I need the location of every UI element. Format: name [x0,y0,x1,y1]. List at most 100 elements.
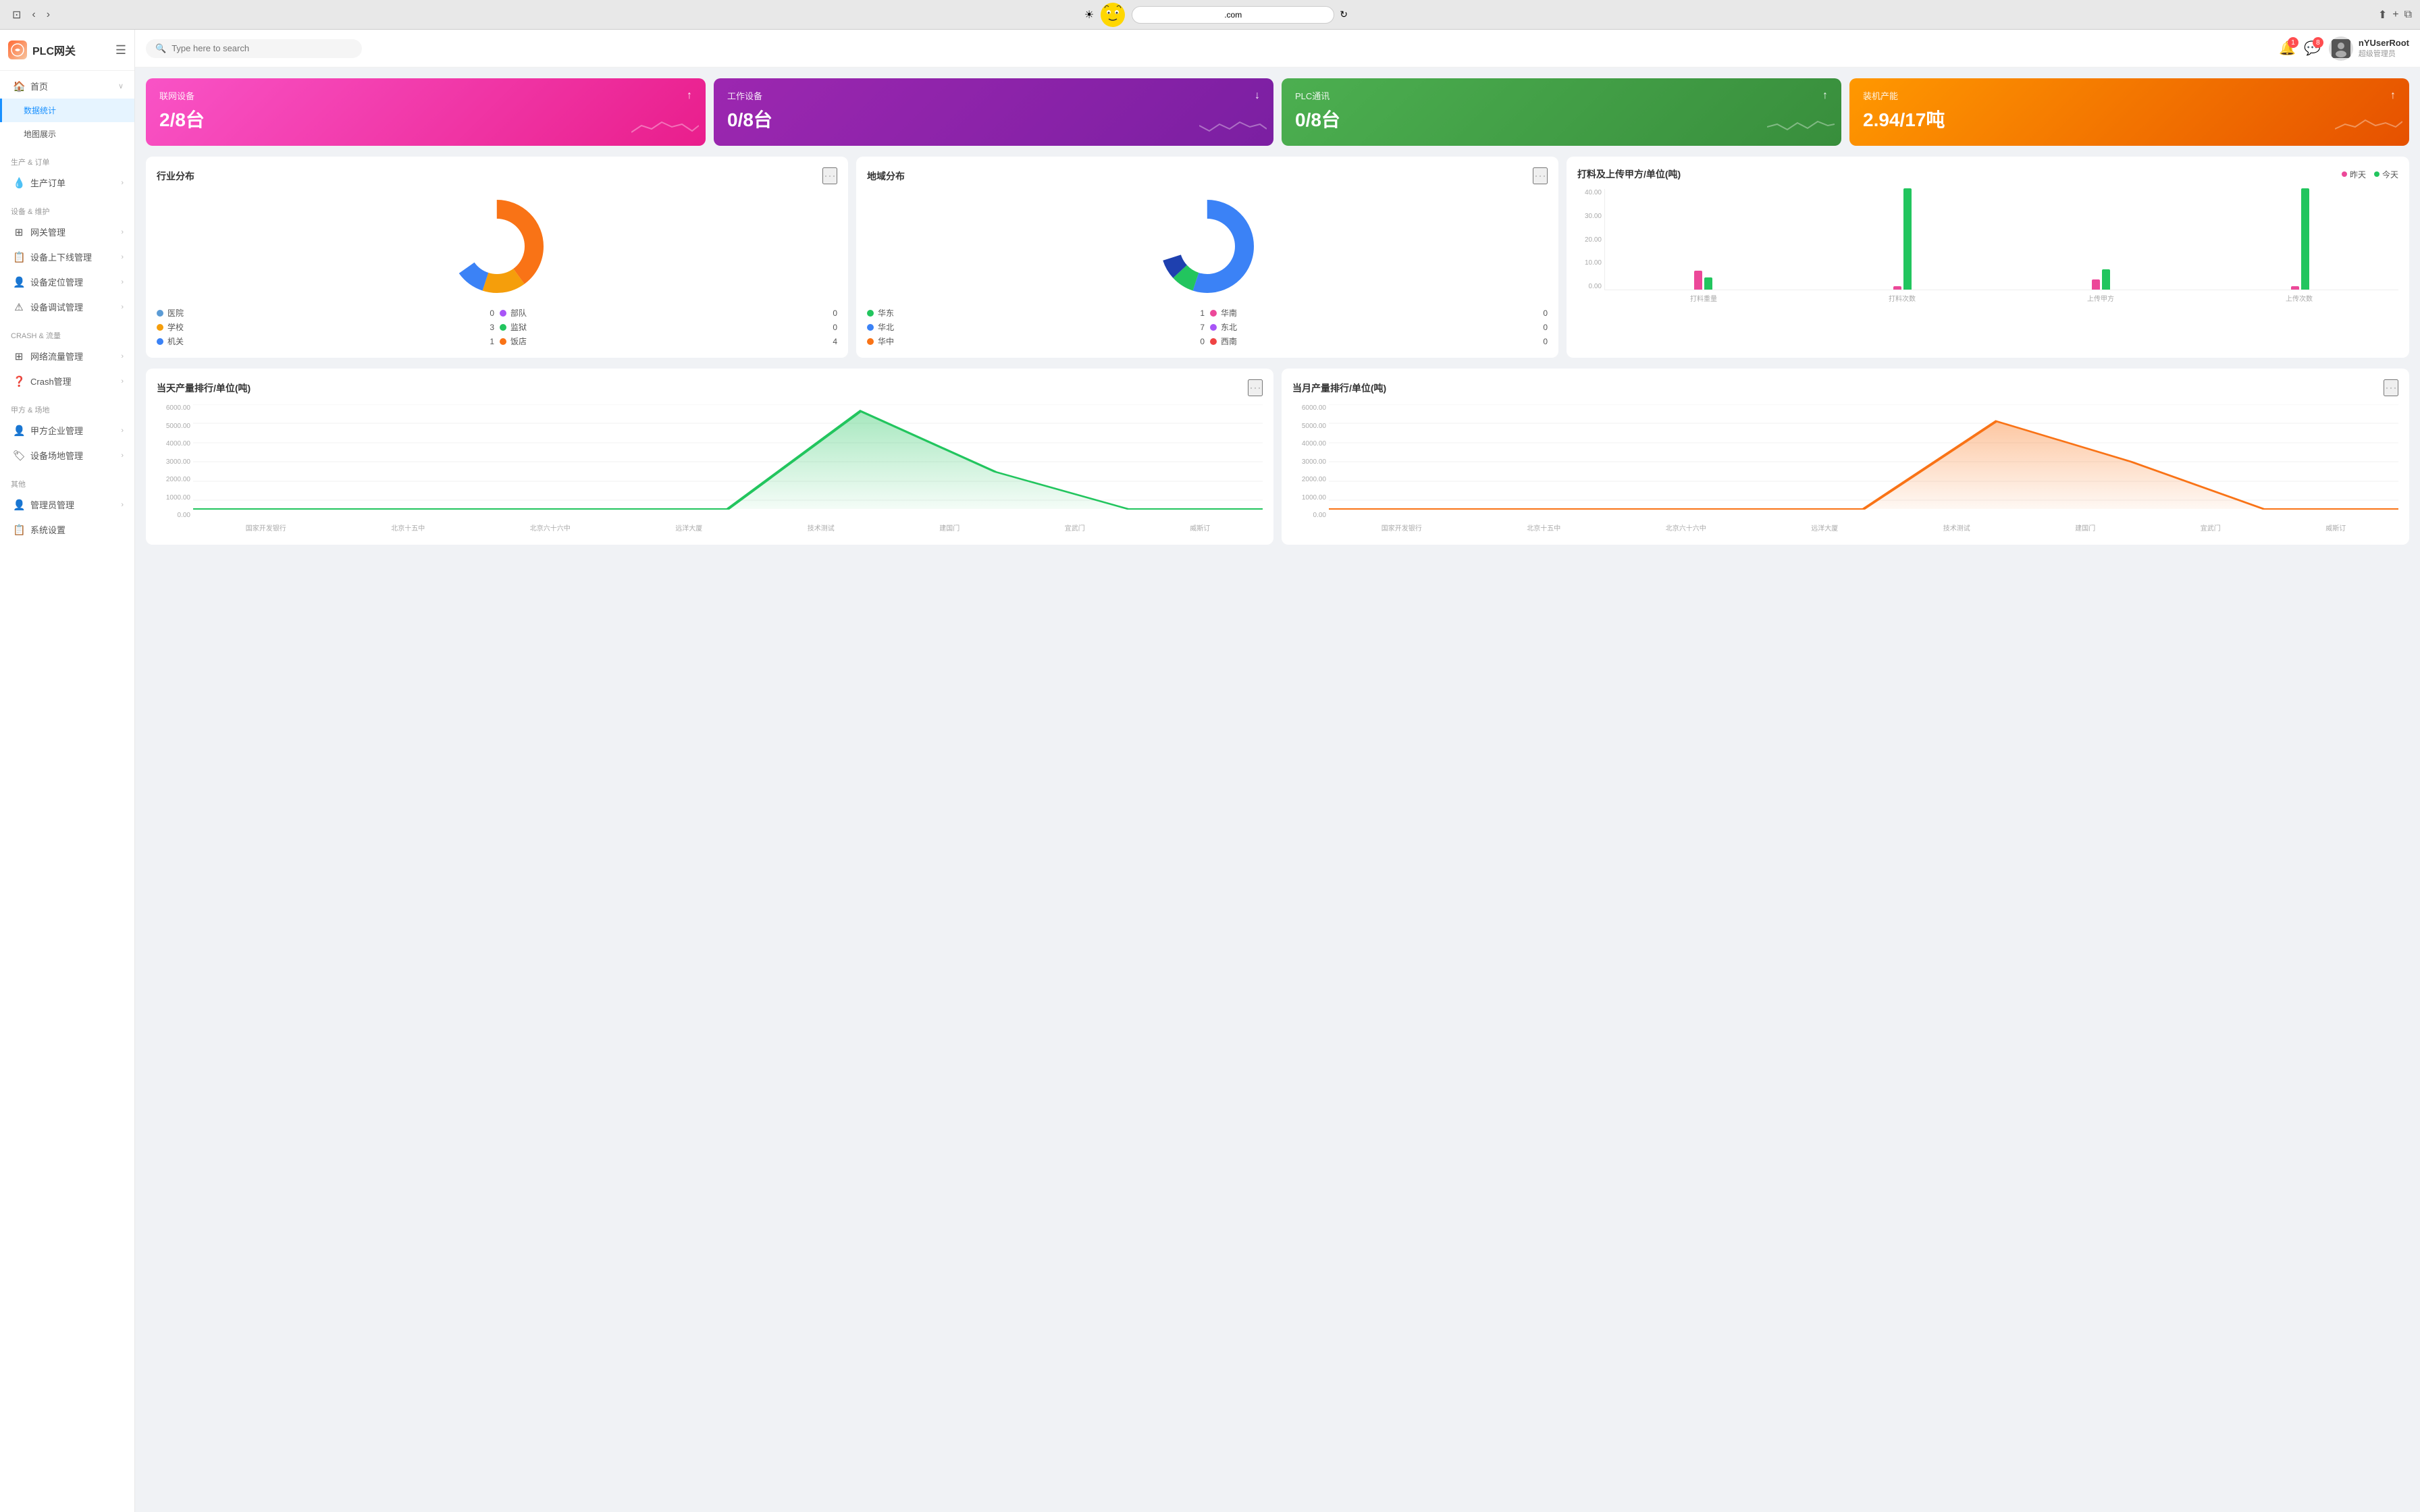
user-name: nYUserRoot [2359,38,2409,48]
region-chart-title: 地域分布 [867,169,905,183]
industry-chart-more[interactable]: ··· [822,167,837,184]
sidebar-sub-label: 地图展示 [24,128,56,140]
notification-btn-2[interactable]: 💬 8 [2304,40,2321,57]
sidebar-sub-label: 数据统计 [24,105,56,116]
stat-card-connected: 联网设备 ↑ 2/8台 [146,78,706,146]
arrow-icon: ∨ [118,82,124,90]
daily-line-chart [193,404,1263,519]
section-label-other: 其他 [0,473,134,492]
new-tab-btn[interactable]: + [2392,9,2398,21]
copy-btn[interactable]: ⧉ [2404,9,2412,21]
location-icon: 👤 [13,276,25,288]
stat-card-title: 装机产能 [1863,89,1898,102]
brightness-btn[interactable]: ☀ [1084,8,1094,22]
sidebar-item-label: 网络流量管理 [30,350,83,362]
sidebar-item-label: 设备调试管理 [30,300,83,313]
admin-icon: 👤 [13,499,25,511]
sidebar-item-admin[interactable]: 👤 管理员管理 › [0,492,134,517]
x-label: 打料重量 [1690,293,1717,303]
region-chart-more[interactable]: ··· [1533,167,1548,184]
sidebar-item-label: 设备场地管理 [30,449,83,462]
sidebar-item-settings[interactable]: 📋 系统设置 [0,517,134,542]
mascot-icon [1099,1,1126,28]
monthly-chart-title: 当月产量排行/单位(吨) [1292,381,1386,395]
sidebar-item-label: 设备上下线管理 [30,250,92,263]
settings-icon: 📋 [13,524,25,536]
industry-chart-card: 行业分布 ··· [146,157,848,358]
browser-bar: ⊡ ‹ › ☀ ↻ ⬆ + ⧉ [0,0,2420,30]
sidebar-item-gateway[interactable]: ⊞ 网关管理 › [0,219,134,244]
sidebar-item-site-mgmt[interactable]: 🏷 设备场地管理 › [0,443,134,468]
region-legend: 华东1 华南0 华北7 东北0 华中0 西南0 [867,307,1548,347]
sidebar-item-map-view[interactable]: 地图展示 [0,122,134,146]
industry-chart-title: 行业分布 [157,169,194,183]
sidebar: PLC网关 ☰ 🏠 首页 ∨ 数据统计 地图展示 生产 & 订单 💧 生产订单 … [0,30,135,1512]
region-donut-chart [1153,192,1261,300]
search-box: 🔍 [146,39,362,58]
address-bar: ☀ ↻ [59,1,2373,28]
logo-text: PLC网关 [32,42,76,58]
sidebar-item-label: 网关管理 [30,225,65,238]
notif-badge-1: 1 [2288,37,2298,48]
refresh-btn[interactable]: ↻ [1340,9,1348,20]
arrow-down-icon: ↓ [1255,90,1260,102]
sidebar-item-label: 系统设置 [30,523,65,536]
menu-toggle-icon[interactable]: ☰ [115,43,126,57]
sidebar-item-home[interactable]: 🏠 首页 ∨ [0,74,134,99]
search-icon: 🔍 [155,43,166,54]
forward-btn[interactable]: › [43,7,54,22]
sidebar-item-device-location[interactable]: 👤 设备定位管理 › [0,269,134,294]
industry-legend: 医院0 部队0 学校3 监狱0 机关1 饭店4 [157,307,837,347]
daily-chart-more[interactable]: ··· [1248,379,1263,396]
back-btn[interactable]: ‹ [28,7,39,22]
x-label: 上传次数 [2286,293,2313,303]
sidebar-item-client-mgmt[interactable]: 👤 甲方企业管理 › [0,418,134,443]
sidebar-toggle-btn[interactable]: ⊡ [8,7,25,23]
stat-card-value: 0/8台 [1295,105,1828,132]
share-btn[interactable]: ⬆ [2378,8,2387,22]
home-icon: 🏠 [13,80,25,92]
arrow-up-icon: ↑ [1822,90,1828,102]
arrow-icon: › [121,427,124,435]
stat-card-title: 联网设备 [159,89,194,102]
x-label: 打料次数 [1889,293,1916,303]
wave-chart [1199,112,1267,139]
sidebar-item-label: Crash管理 [30,375,72,387]
notification-btn-1[interactable]: 🔔 1 [2279,40,2296,57]
sidebar-item-device-debug[interactable]: ⚠ 设备调试管理 › [0,294,134,319]
arrow-icon: › [121,253,124,261]
stat-card-plc: PLC通讯 ↑ 0/8台 [1282,78,1841,146]
gateway-icon: ⊞ [13,226,25,238]
arrow-icon: › [121,228,124,236]
url-input[interactable] [1132,6,1334,24]
sidebar-item-device-online[interactable]: 📋 设备上下线管理 › [0,244,134,269]
sidebar-item-network-flow[interactable]: ⊞ 网络流量管理 › [0,344,134,369]
browser-actions: ⬆ + ⧉ [2378,8,2412,22]
arrow-icon: › [121,179,124,187]
avatar [2329,36,2353,61]
user-role: 超级管理员 [2359,48,2409,59]
wave-chart [1767,112,1835,139]
browser-nav: ⊡ ‹ › [8,7,54,23]
bar-chart-title: 打料及上传甲方/单位(吨) [1577,167,1681,181]
sidebar-item-data-stats[interactable]: 数据统计 [0,99,134,122]
sidebar-logo: PLC网关 ☰ [0,30,134,71]
arrow-up-icon: ↑ [687,90,692,102]
monthly-line-chart [1329,404,2398,519]
sidebar-item-production-order[interactable]: 💧 生产订单 › [0,170,134,195]
site-icon: 🏷 [13,450,25,462]
user-info[interactable]: nYUserRoot 超级管理员 [2329,36,2409,61]
sidebar-item-crash[interactable]: ❓ Crash管理 › [0,369,134,394]
monthly-chart-card: 当月产量排行/单位(吨) ··· 6000.00 5000.00 4000.00… [1282,369,2409,545]
network-icon: ⊞ [13,350,25,362]
monthly-chart-more[interactable]: ··· [2384,379,2398,396]
debug-icon: ⚠ [13,301,25,313]
stat-cards: 联网设备 ↑ 2/8台 工作设备 ↓ 0/8台 [146,78,2409,146]
stat-card-title: 工作设备 [727,89,762,102]
production-icon: 💧 [13,177,25,189]
notif-badge-2: 8 [2313,37,2323,48]
search-input[interactable] [172,43,352,53]
client-icon: 👤 [13,425,25,437]
stat-card-value: 2/8台 [159,105,692,132]
stat-card-working: 工作设备 ↓ 0/8台 [714,78,1273,146]
